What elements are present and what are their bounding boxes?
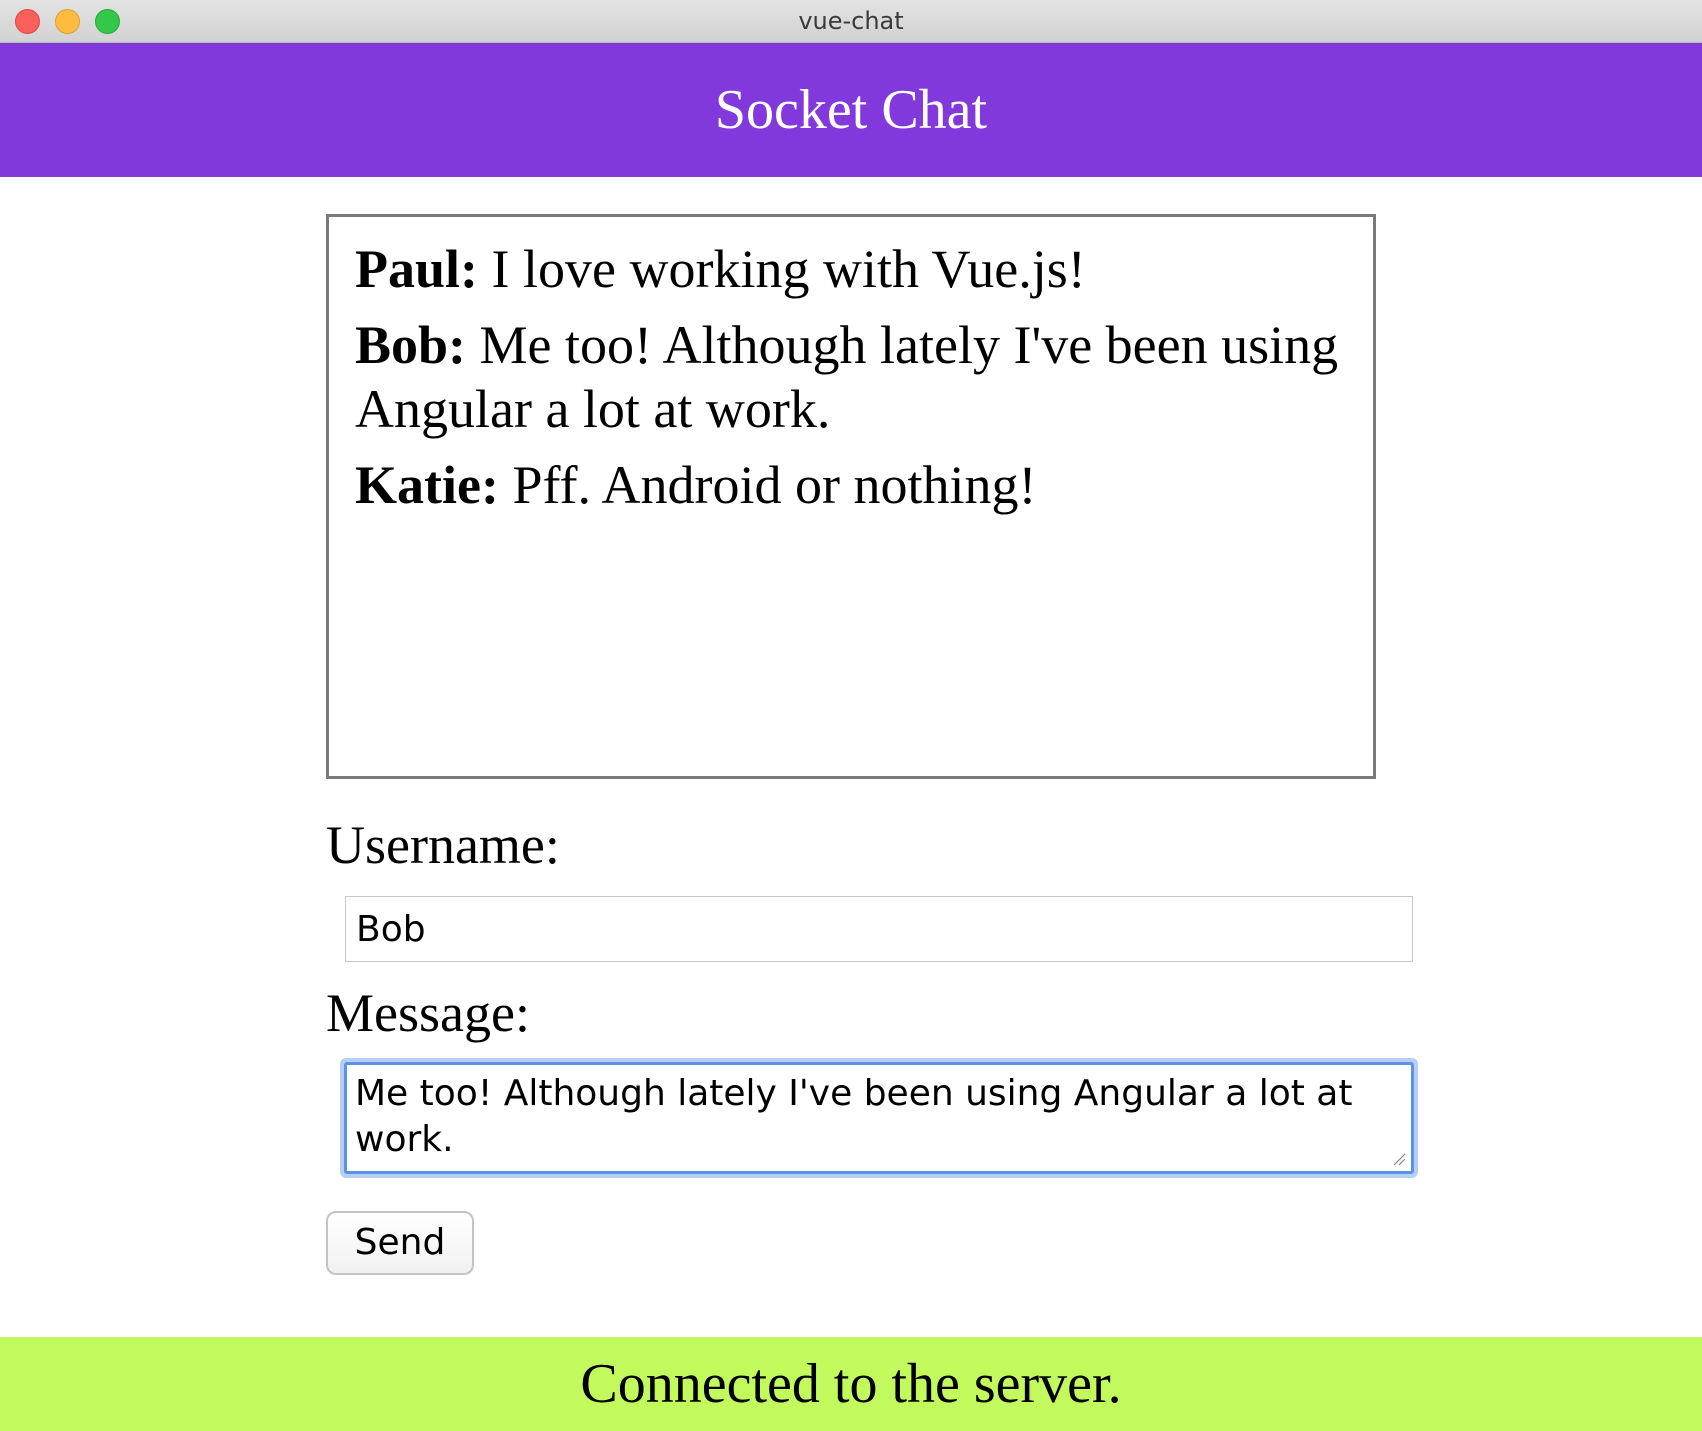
connection-status: Connected to the server. — [580, 1353, 1122, 1415]
chat-message-user: Katie: — [355, 455, 499, 515]
username-input[interactable] — [345, 896, 1413, 962]
resize-grip-icon[interactable] — [1392, 1152, 1406, 1166]
chat-message-user: Paul: — [355, 239, 479, 299]
chat-message: Bob: Me too! Although lately I've been u… — [355, 313, 1347, 441]
chat-message-user: Bob: — [355, 315, 467, 375]
username-label: Username: — [326, 815, 560, 875]
chat-message: Katie: Pff. Android or nothing! — [355, 453, 1347, 517]
status-bar: Connected to the server. — [0, 1337, 1702, 1431]
chat-message-text: I love working with Vue.js! — [491, 239, 1086, 299]
window-title: vue-chat — [798, 7, 904, 35]
message-label: Message: — [326, 983, 530, 1043]
message-input-focus-ring: Me too! Although lately I've been using … — [340, 1058, 1418, 1178]
chat-log[interactable]: Paul: I love working with Vue.js! Bob: M… — [326, 214, 1376, 779]
chat-message-text: Pff. Android or nothing! — [512, 455, 1037, 515]
page-title: Socket Chat — [714, 79, 988, 141]
chat-message: Paul: I love working with Vue.js! — [355, 237, 1347, 301]
message-input[interactable]: Me too! Although lately I've been using … — [344, 1062, 1414, 1174]
chat-message-text: Me too! Although lately I've been using … — [355, 315, 1339, 439]
app-header: Socket Chat — [0, 43, 1702, 177]
title-bar: vue-chat — [0, 0, 1702, 43]
send-button[interactable]: Send — [326, 1211, 474, 1275]
app-window: vue-chat Socket Chat Paul: I love workin… — [0, 0, 1702, 1431]
